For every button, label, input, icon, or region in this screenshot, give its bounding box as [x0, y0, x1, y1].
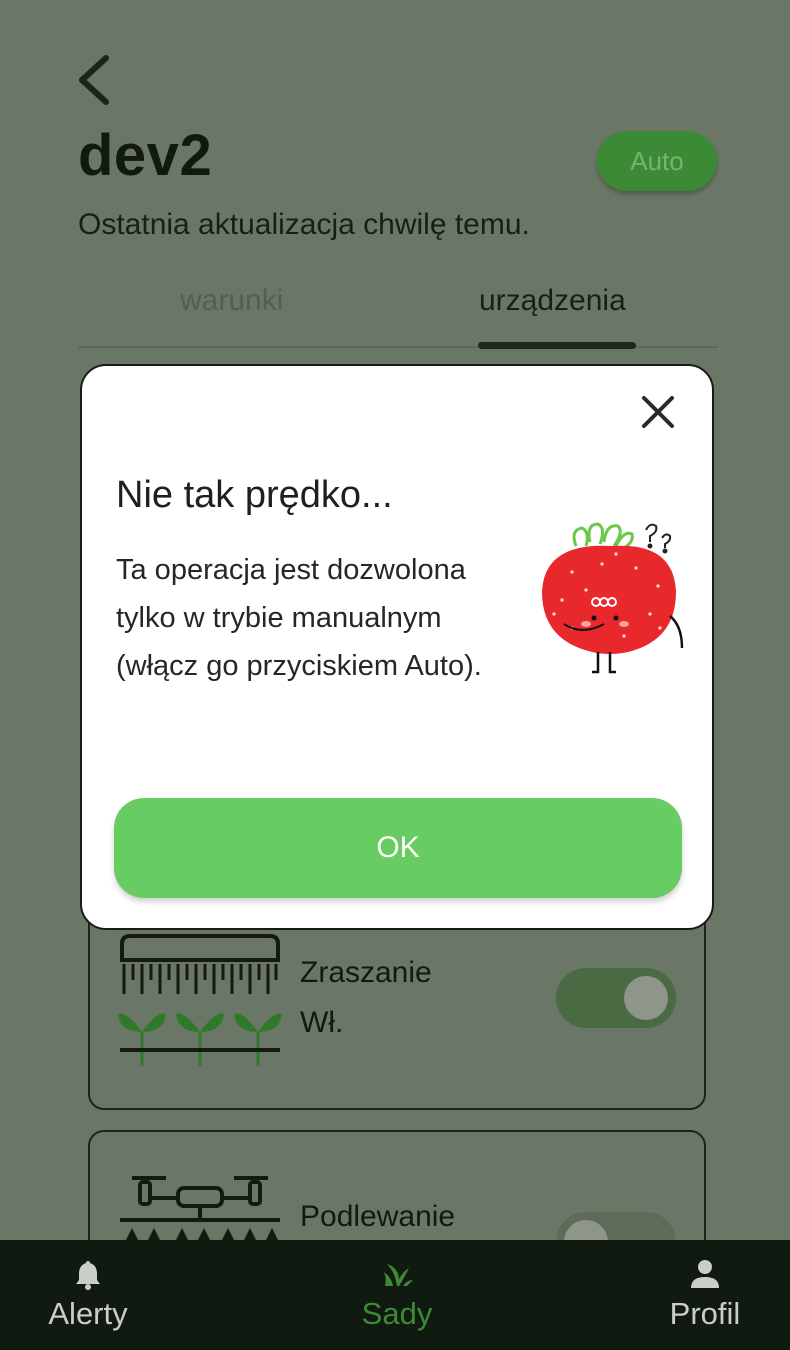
nav-item-sady[interactable]: Sady: [307, 1240, 487, 1350]
device-status: Wł.: [300, 1006, 344, 1039]
device-toggle[interactable]: [556, 968, 676, 1028]
sprinkler-plants-icon: [118, 934, 282, 1066]
active-tab-indicator: [478, 342, 636, 349]
last-update-text: Ostatnia aktualizacja chwilę temu.: [78, 208, 530, 241]
tab-warunki[interactable]: warunki: [180, 284, 283, 318]
nav-label: Alerty: [48, 1296, 128, 1331]
close-button[interactable]: [638, 392, 678, 432]
ok-button[interactable]: OK: [114, 798, 682, 898]
app-screen: dev2 Auto Ostatnia aktualizacja chwilę t…: [0, 0, 790, 1350]
device-name: Podlewanie: [300, 1200, 456, 1233]
chevron-left-icon: [79, 55, 109, 105]
device-name: Zraszanie: [300, 956, 432, 989]
nav-item-profil[interactable]: Profil: [615, 1240, 790, 1350]
person-icon: [691, 1260, 719, 1288]
page-title: dev2: [78, 123, 213, 188]
nav-label: Profil: [669, 1296, 741, 1331]
nav-item-alerty[interactable]: Alerty: [0, 1240, 178, 1350]
info-dialog: Nie tak prędko... Ta operacja jest dozwo…: [80, 364, 714, 930]
plant-icon: [383, 1264, 413, 1286]
dialog-message: Ta operacja jest dozwolona tylko w trybi…: [116, 554, 482, 682]
irrigation-drone-icon: [120, 1176, 280, 1240]
close-icon: [642, 396, 674, 428]
toggle-knob: [624, 976, 668, 1020]
auto-mode-button[interactable]: Auto: [597, 131, 717, 191]
bottom-navigation: Alerty Sady Profil: [0, 1240, 790, 1350]
tab-urzadzenia[interactable]: urządzenia: [479, 284, 626, 318]
back-button[interactable]: [70, 50, 126, 110]
dialog-title: Nie tak prędko...: [116, 474, 393, 516]
confused-strawberry-icon: [542, 522, 684, 674]
nav-label: Sady: [361, 1296, 433, 1331]
bell-icon: [76, 1261, 100, 1290]
